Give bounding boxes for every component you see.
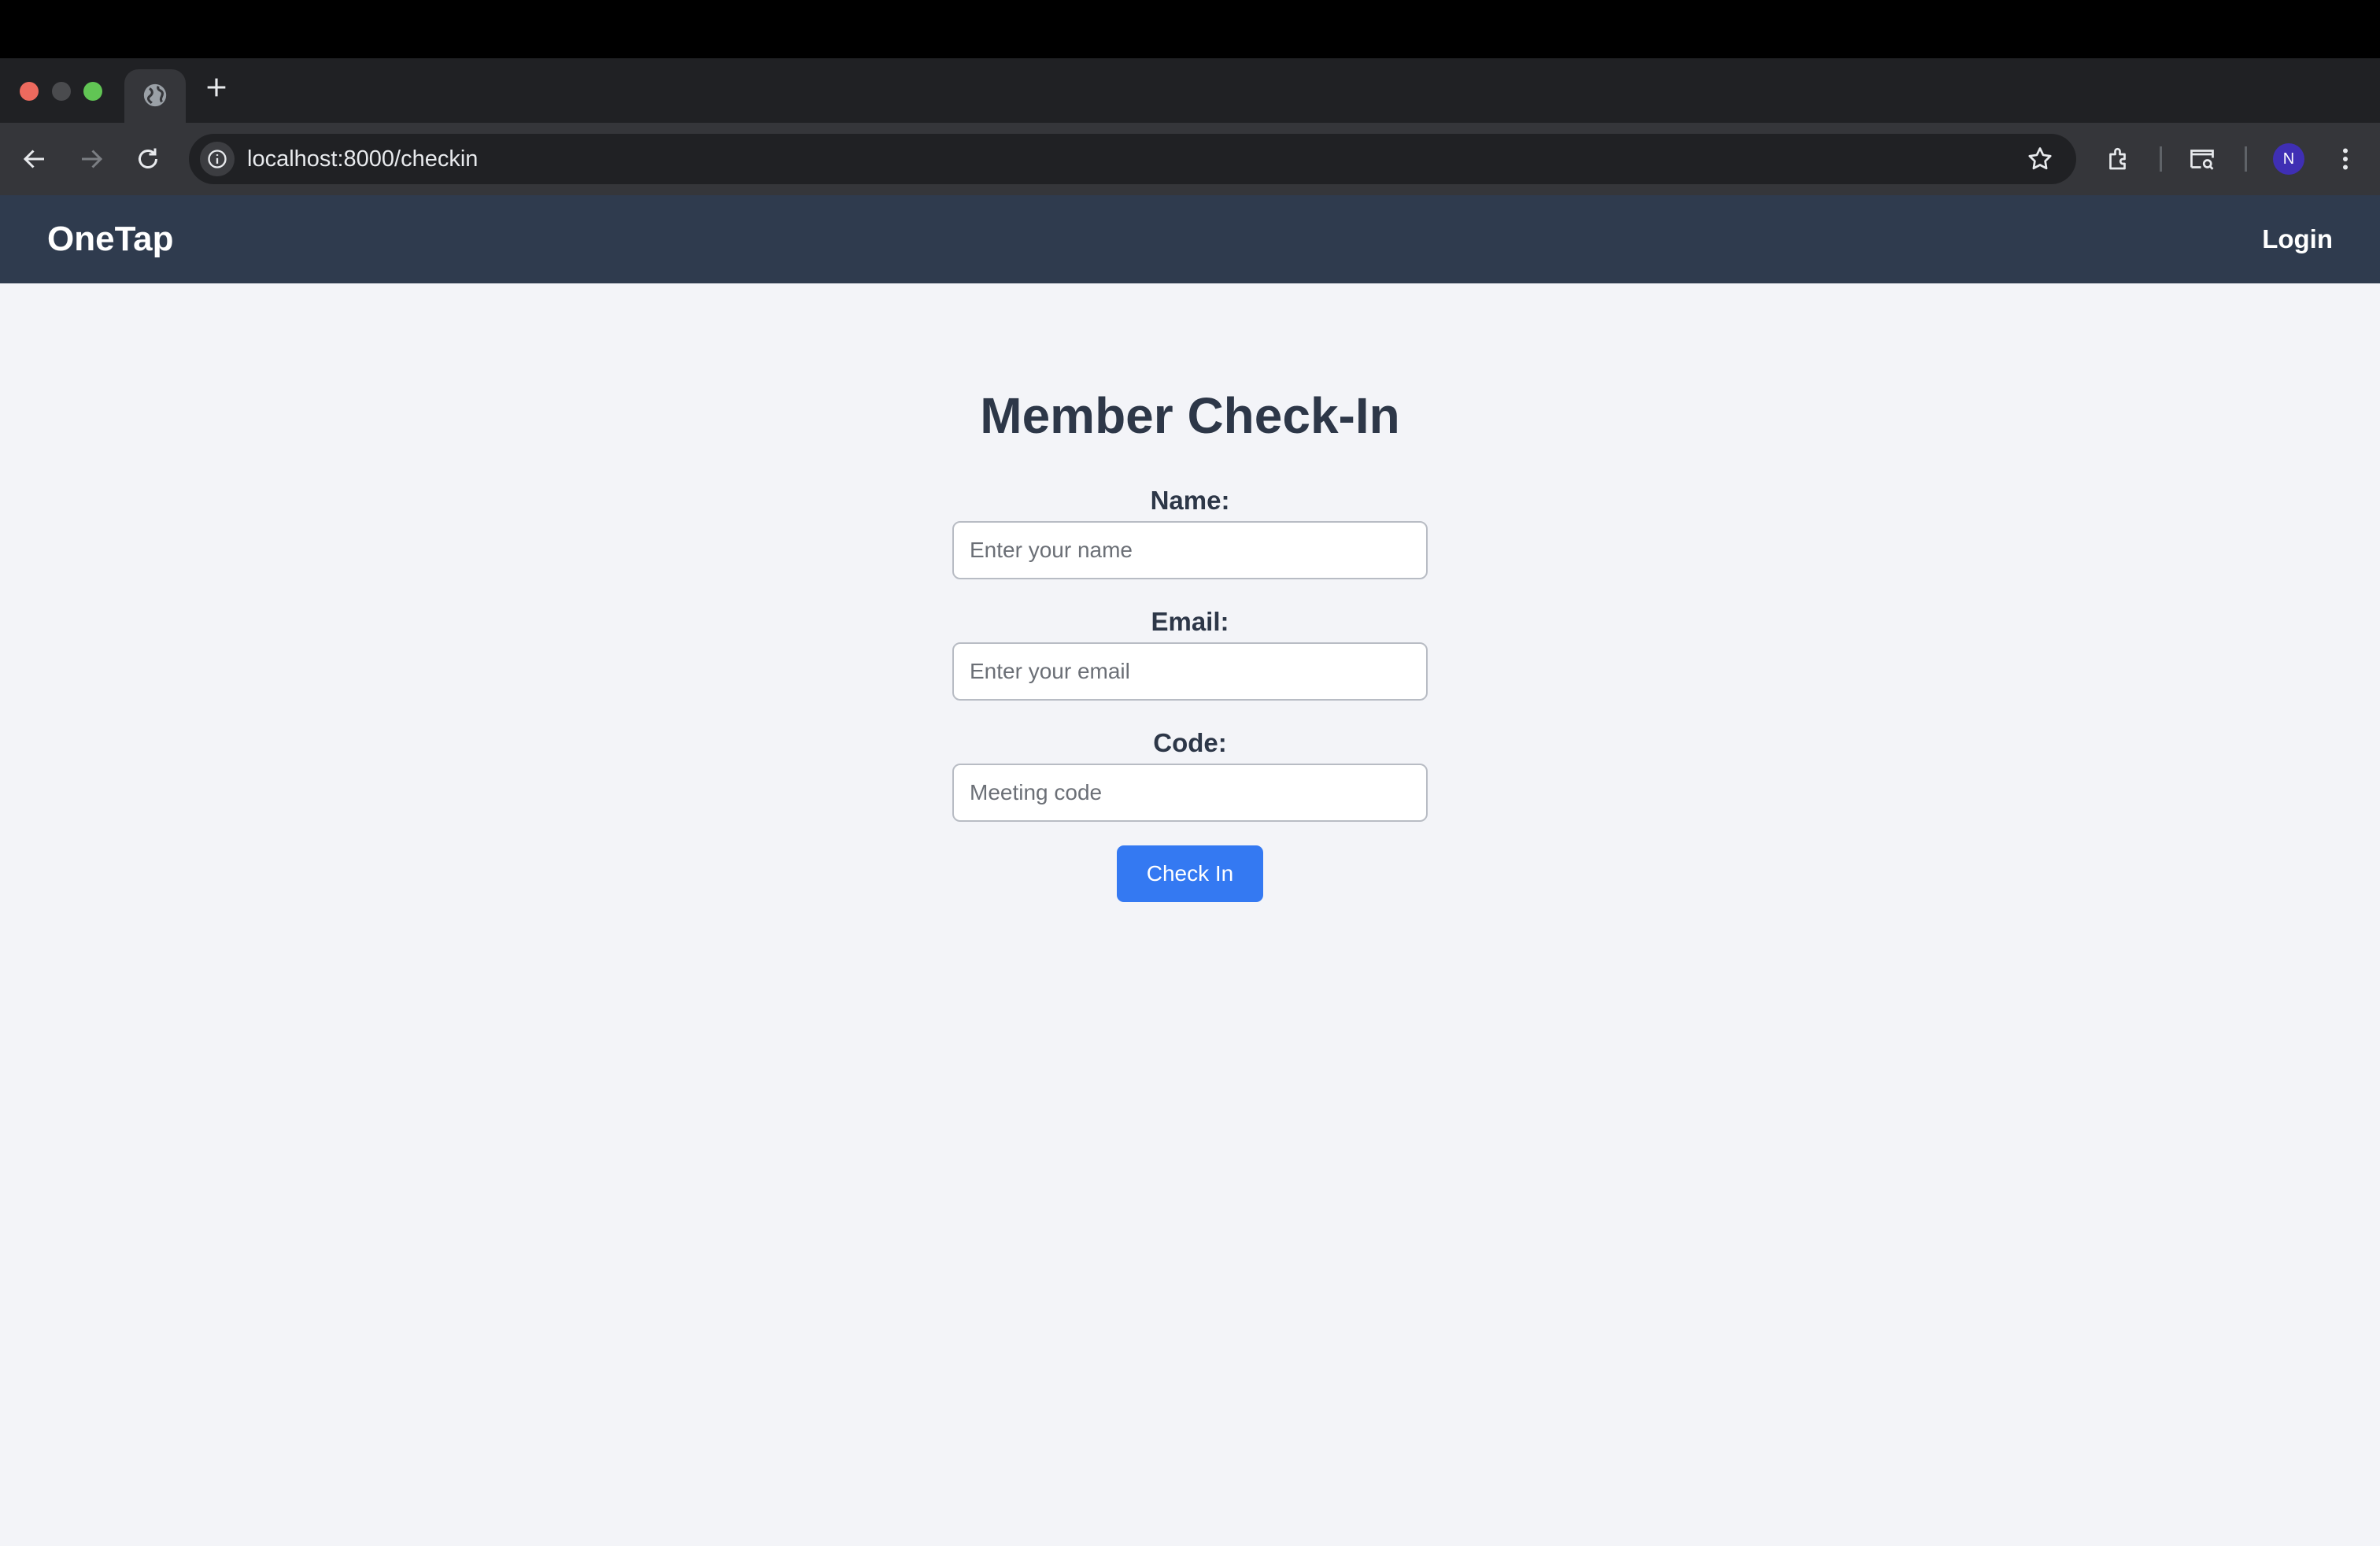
toolbar-separator: [2245, 146, 2247, 172]
info-icon: [208, 150, 227, 168]
email-label: Email:: [1151, 607, 1229, 636]
toolbar-separator: [2160, 146, 2162, 172]
page-title: Member Check-In: [980, 387, 1400, 444]
brand-logo[interactable]: OneTap: [47, 195, 174, 283]
close-window-button[interactable]: [20, 82, 39, 101]
site-info-button[interactable]: [200, 142, 235, 176]
tab-search-icon[interactable]: [2188, 145, 2216, 173]
name-input[interactable]: [952, 521, 1428, 579]
plus-icon[interactable]: [203, 74, 230, 101]
globe-icon: [143, 83, 167, 107]
maximize-window-button[interactable]: [83, 82, 102, 101]
url-text[interactable]: localhost:8000/checkin: [247, 134, 478, 184]
name-label: Name:: [1150, 486, 1230, 515]
code-input[interactable]: [952, 764, 1428, 822]
forward-arrow-icon[interactable]: [77, 145, 105, 173]
extensions-icon[interactable]: [2105, 145, 2133, 173]
email-input[interactable]: [952, 642, 1428, 701]
screen-top-bar: [0, 0, 2380, 58]
star-icon[interactable]: [2026, 145, 2054, 173]
more-icon[interactable]: [2331, 145, 2360, 173]
profile-avatar[interactable]: N: [2273, 143, 2304, 175]
browser-tab[interactable]: [124, 69, 186, 123]
check-in-button[interactable]: Check In: [1117, 845, 1263, 902]
back-arrow-icon[interactable]: [20, 145, 49, 173]
address-bar[interactable]: localhost:8000/checkin: [189, 134, 2076, 184]
login-link[interactable]: Login: [2262, 195, 2333, 283]
minimize-window-button[interactable]: [52, 82, 71, 101]
app-header: OneTap Login: [0, 195, 2380, 283]
page-viewport: OneTap Login Member Check-In Name: Email…: [0, 195, 2380, 1546]
code-label: Code:: [1153, 728, 1227, 757]
browser-tab-strip: [0, 58, 2380, 123]
reload-icon[interactable]: [134, 145, 162, 173]
checkin-form: Member Check-In Name: Email: Code: Check…: [952, 384, 1428, 902]
